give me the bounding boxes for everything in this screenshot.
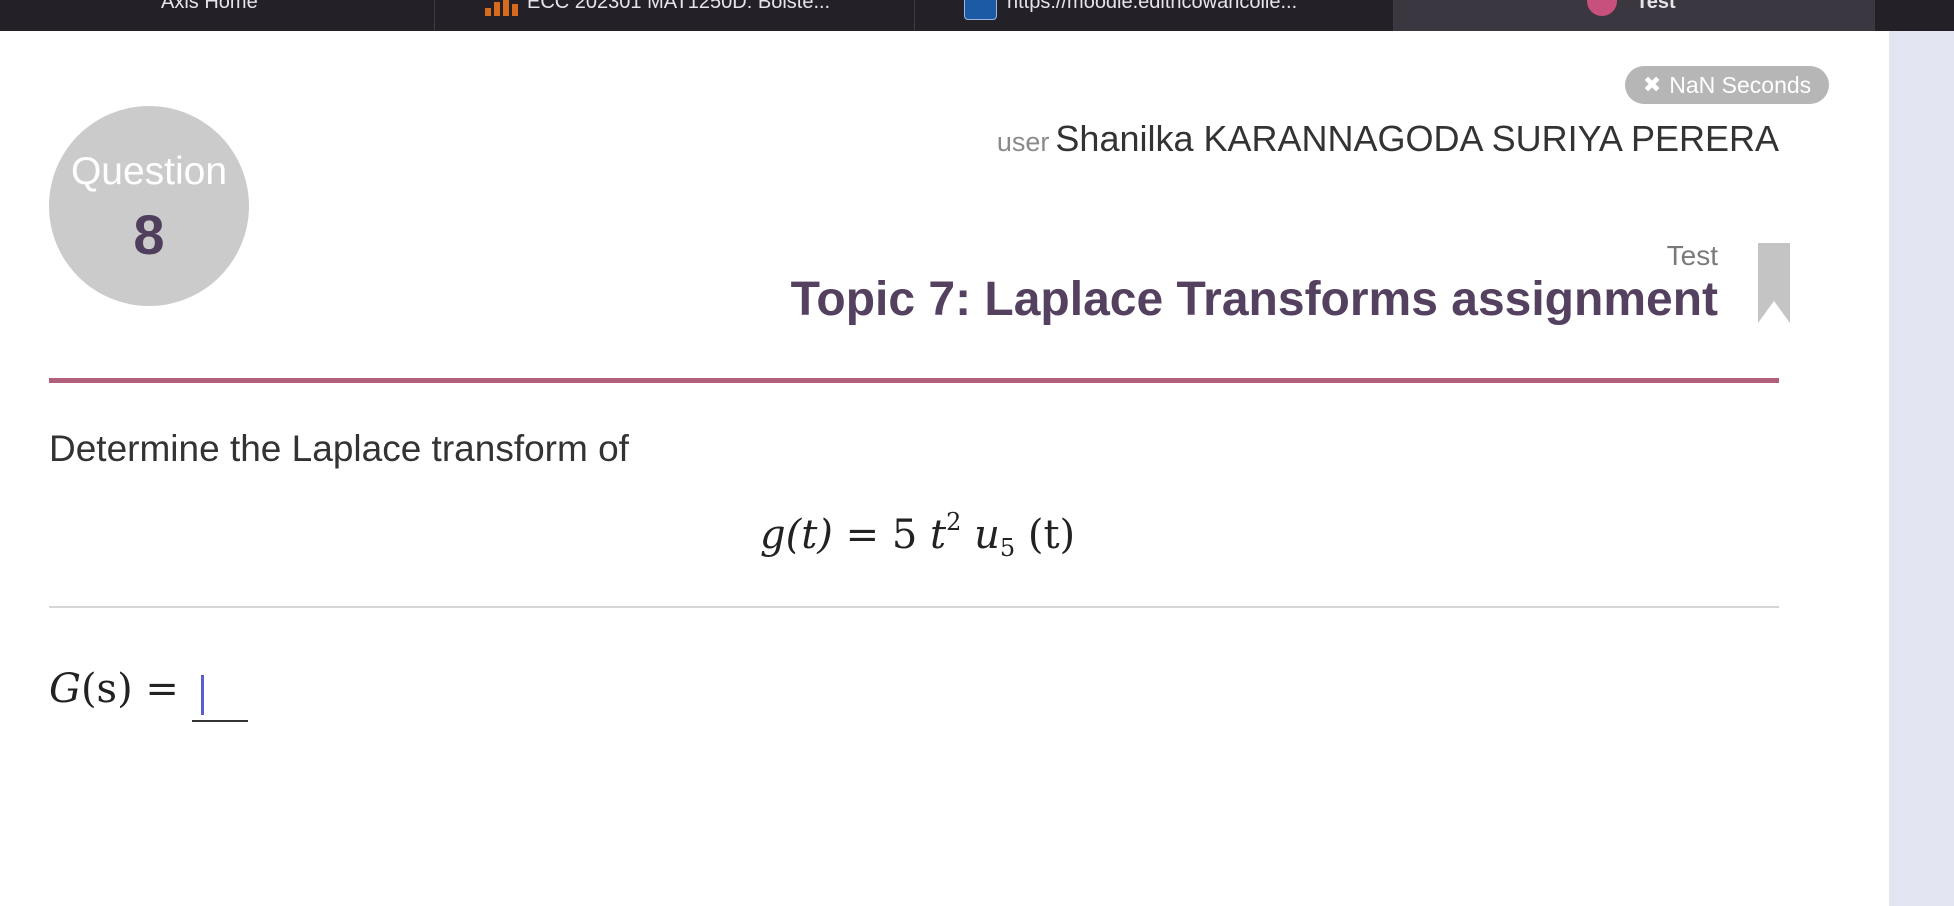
page-title: Topic 7: Laplace Transforms assignment [790, 273, 1718, 326]
user-tag: user [996, 127, 1050, 157]
equation-exponent: 2 [946, 508, 962, 536]
equation-step-subscript: 5 [999, 534, 1016, 562]
question-number: 8 [133, 203, 165, 266]
answer-label: G(s) = [49, 666, 179, 712]
equals-sign: = [845, 512, 892, 558]
question-badge: Question 8 [49, 106, 249, 306]
close-icon: ✖ [1642, 72, 1662, 97]
timer-pill[interactable]: ✖ NaN Seconds [1625, 66, 1829, 104]
answer-equals: = [145, 666, 179, 712]
equation-variable: t [930, 512, 947, 558]
browser-tab-ecc-course[interactable]: ECC 202301 MAT1250D: Bolste... [435, 0, 915, 31]
tab-favicon-icon [1587, 0, 1617, 16]
moodle-icon [964, 0, 997, 20]
section-divider [49, 606, 1779, 608]
right-side-panel [1889, 31, 1954, 906]
text-caret [201, 675, 204, 715]
math-equation: g(t) = 5 t2 u5 (t) [760, 508, 1075, 562]
browser-tab-moodle[interactable]: https://moodle.edithcowancolle... [915, 0, 1394, 31]
bookmark-icon[interactable] [1758, 243, 1790, 323]
tab-label: Axis Home [161, 0, 258, 13]
user-name: Shanilka KARANNAGODA SURIYA PERERA [1055, 118, 1779, 159]
question-word: Question [70, 150, 228, 193]
assessment-type-label: Test [1666, 240, 1718, 271]
browser-tab-bar: Axis Home ECC 202301 MAT1250D: Bolste...… [0, 0, 1954, 31]
browser-tab-test[interactable]: Test [1394, 0, 1875, 31]
header-divider [49, 378, 1779, 383]
tab-label: ECC 202301 MAT1250D: Bolste... [527, 0, 831, 13]
equation-step-function: u [974, 512, 1000, 558]
tab-strip-empty [1875, 0, 1954, 31]
question-prompt: Determine the Laplace transform of [49, 428, 629, 469]
equation-lhs: g(t) [760, 512, 833, 558]
tab-label: https://moodle.edithcowancolle... [1007, 0, 1298, 13]
bar-chart-icon [485, 0, 518, 16]
timer-label: NaN Seconds [1669, 71, 1812, 98]
equation-argument: (t) [1027, 512, 1076, 558]
equation-coefficient: 5 [891, 512, 918, 558]
tab-label: Test [1636, 0, 1676, 13]
answer-argument: (s) [80, 666, 133, 712]
user-line: user Shanilka KARANNAGODA SURIYA PERERA [997, 118, 1779, 160]
browser-tab-axis-home[interactable]: Axis Home [0, 0, 435, 31]
answer-function: G [49, 666, 81, 712]
